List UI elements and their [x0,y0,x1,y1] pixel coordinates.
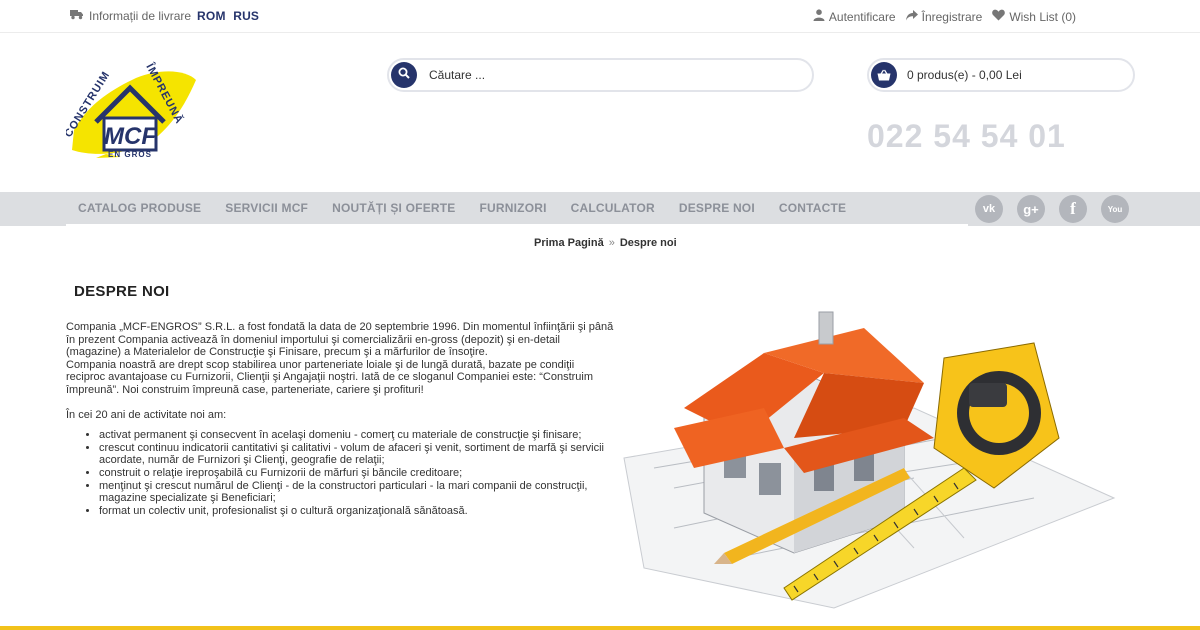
wishlist-link[interactable]: Wish List (0) [992,9,1076,24]
google-plus-icon[interactable]: g+ [1017,195,1045,223]
nav-catalog[interactable]: CATALOG PRODUSE [66,201,213,215]
main-nav: CATALOG PRODUSE SERVICII MCF NOUTĂȚI ȘI … [66,192,968,226]
achievements-intro: În cei 20 ani de activitate noi am: [66,408,227,421]
list-item: construit o relaţie ireproşabilă cu Furn… [99,467,614,480]
achievements-list: activat permanent şi consecvent în acela… [66,429,614,517]
nav-contacts[interactable]: CONTACTE [767,201,858,215]
delivery-info: Informații de livrare ROM RUS [70,9,263,23]
footer-accent-line [0,626,1200,630]
cart-button[interactable]: 0 produs(e) - 0,00 Lei [867,58,1135,92]
login-label: Autentificare [828,9,896,24]
top-bar: Informații de livrare ROM RUS Autentific… [0,0,1200,33]
search-input[interactable] [429,65,789,85]
nav-about[interactable]: DESPRE NOI [667,201,767,215]
nav-suppliers[interactable]: FURNIZORI [468,201,559,215]
basket-icon [871,62,897,88]
phone-number: 022 54 54 01 [867,118,1066,154]
list-item: crescut continuu indicatorii cantitativi… [99,442,614,467]
cart-summary: 0 produs(e) - 0,00 Lei [907,68,1022,82]
nav-calculator[interactable]: CALCULATOR [559,201,667,215]
list-item: menţinut şi crescut numărul de Clienţi -… [99,480,614,505]
lang-rus[interactable]: RUS [233,9,259,23]
social-links: vk g+ f You [975,195,1143,223]
svg-text:EN GROS: EN GROS [108,150,152,159]
vk-icon[interactable]: vk [975,195,1003,223]
search-button[interactable] [391,62,417,88]
delivery-link[interactable]: Informații de livrare [89,9,191,23]
wishlist-label: Wish List (0) [1009,9,1076,24]
heart-icon [992,9,1009,24]
lang-rom[interactable]: ROM [197,9,226,23]
share-arrow-icon [905,9,922,24]
search-bar [387,58,814,92]
account-links: Autentificare Înregistrare Wish List (0) [803,9,1076,24]
breadcrumb: Prima Pagină » Despre noi [534,237,677,249]
nav-services[interactable]: SERVICII MCF [213,201,320,215]
register-label: Înregistrare [921,9,983,24]
list-item: format un colectiv unit, profesionalist … [99,505,614,518]
house-blueprint-illustration [614,298,1134,614]
list-item: activat permanent şi consecvent în acela… [99,429,614,442]
user-icon [813,9,829,24]
breadcrumb-current[interactable]: Despre noi [620,237,677,249]
register-link[interactable]: Înregistrare [905,9,983,24]
youtube-icon[interactable]: You [1101,195,1129,223]
facebook-icon[interactable]: f [1059,195,1087,223]
search-icon [398,66,410,84]
site-logo[interactable]: MCF EN GROS CONSTRUIM ÎMPREUNĂ [62,58,202,162]
svg-text:MCF: MCF [104,123,157,150]
breadcrumb-separator: » [608,237,615,249]
login-link[interactable]: Autentificare [813,9,896,24]
nav-news-offers[interactable]: NOUTĂȚI ȘI OFERTE [320,201,467,215]
mission-paragraph: Compania noastră are drept scop stabilir… [66,358,594,396]
language-switcher: ROM RUS [197,9,263,23]
intro-paragraph: Compania „MCF-ENGROS” S.R.L. a fost fond… [66,321,614,359]
about-content: Compania „MCF-ENGROS” S.R.L. a fost fond… [66,321,614,517]
breadcrumb-home[interactable]: Prima Pagină [534,237,604,249]
truck-icon [70,9,89,23]
page-title: DESPRE NOI [74,283,170,300]
